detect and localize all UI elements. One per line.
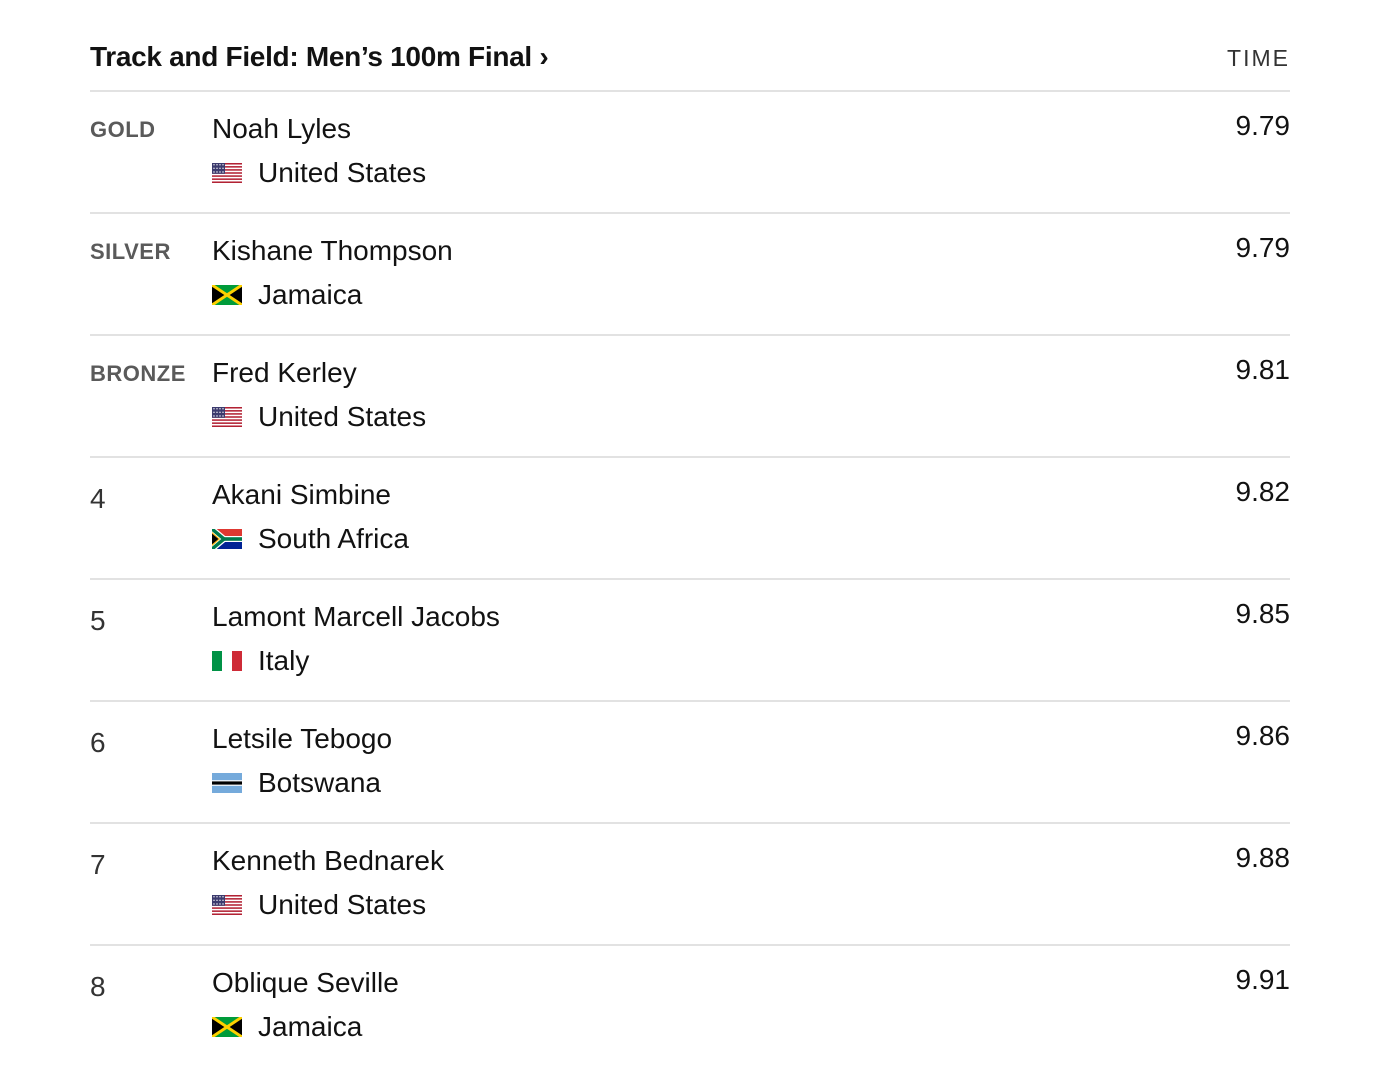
place-label: 6 <box>90 727 106 758</box>
athlete-name: Fred Kerley <box>212 357 357 388</box>
finish-time: 9.79 <box>1235 232 1291 263</box>
botswana-flag-icon <box>212 773 242 793</box>
country-name: United States <box>258 889 427 920</box>
result-row: 6 Letsile Tebogo Botswana 9.86 <box>90 702 1290 824</box>
result-row: BRONZE Fred Kerley United States 9.81 <box>90 336 1290 458</box>
result-row: 8 Oblique Seville Jamaica 9.91 <box>90 946 1290 1066</box>
us-flag-icon <box>212 163 242 183</box>
us-flag-icon <box>212 895 242 915</box>
event-title-link[interactable]: Track and Field: Men’s 100m Final › <box>90 41 549 73</box>
athlete-country: Botswana <box>212 767 381 799</box>
athlete-country: Jamaica <box>212 1011 362 1043</box>
results-header: Track and Field: Men’s 100m Final › TIME <box>90 0 1290 92</box>
place-label: 7 <box>90 849 106 880</box>
finish-time: 9.88 <box>1235 842 1291 873</box>
finish-time: 9.82 <box>1235 476 1291 507</box>
result-row: GOLD Noah Lyles United States 9.79 <box>90 92 1290 214</box>
athlete-country: United States <box>212 157 426 189</box>
country-name: Jamaica <box>258 1011 363 1042</box>
jamaica-flag-icon <box>212 1017 242 1037</box>
results-table: Track and Field: Men’s 100m Final › TIME… <box>90 0 1290 1066</box>
athlete-country: Jamaica <box>212 279 362 311</box>
place-label: BRONZE <box>90 361 186 386</box>
place-label: 5 <box>90 605 106 636</box>
athlete-country: Italy <box>212 645 309 677</box>
finish-time: 9.79 <box>1235 110 1291 141</box>
italy-flag-icon <box>212 651 242 671</box>
south-africa-flag-icon <box>212 529 242 549</box>
place-label: SILVER <box>90 239 171 264</box>
result-row: 5 Lamont Marcell Jacobs Italy 9.85 <box>90 580 1290 702</box>
athlete-country: United States <box>212 401 426 433</box>
athlete-name: Oblique Seville <box>212 967 399 998</box>
country-name: United States <box>258 157 427 188</box>
athlete-country: South Africa <box>212 523 409 555</box>
result-row: SILVER Kishane Thompson Jamaica 9.79 <box>90 214 1290 336</box>
place-label: GOLD <box>90 117 156 142</box>
country-name: Botswana <box>258 767 381 798</box>
athlete-name: Noah Lyles <box>212 113 352 144</box>
country-name: United States <box>258 401 427 432</box>
country-name: South Africa <box>258 523 409 554</box>
place-label: 8 <box>90 971 106 1002</box>
us-flag-icon <box>212 407 242 427</box>
athlete-name: Letsile Tebogo <box>212 723 393 754</box>
place-label: 4 <box>90 483 106 514</box>
jamaica-flag-icon <box>212 285 242 305</box>
athlete-name: Kenneth Bednarek <box>212 845 444 876</box>
country-name: Italy <box>258 645 310 676</box>
time-column-header: TIME <box>1227 45 1290 71</box>
athlete-name: Kishane Thompson <box>212 235 453 266</box>
finish-time: 9.85 <box>1235 598 1291 629</box>
finish-time: 9.81 <box>1235 354 1291 385</box>
athlete-country: United States <box>212 889 426 921</box>
finish-time: 9.86 <box>1235 720 1291 751</box>
result-row: 7 Kenneth Bednarek United States 9.88 <box>90 824 1290 946</box>
athlete-name: Akani Simbine <box>212 479 391 510</box>
athlete-name: Lamont Marcell Jacobs <box>212 601 500 632</box>
country-name: Jamaica <box>258 279 363 310</box>
finish-time: 9.91 <box>1235 964 1291 995</box>
result-row: 4 Akani Simbine South Africa 9.82 <box>90 458 1290 580</box>
